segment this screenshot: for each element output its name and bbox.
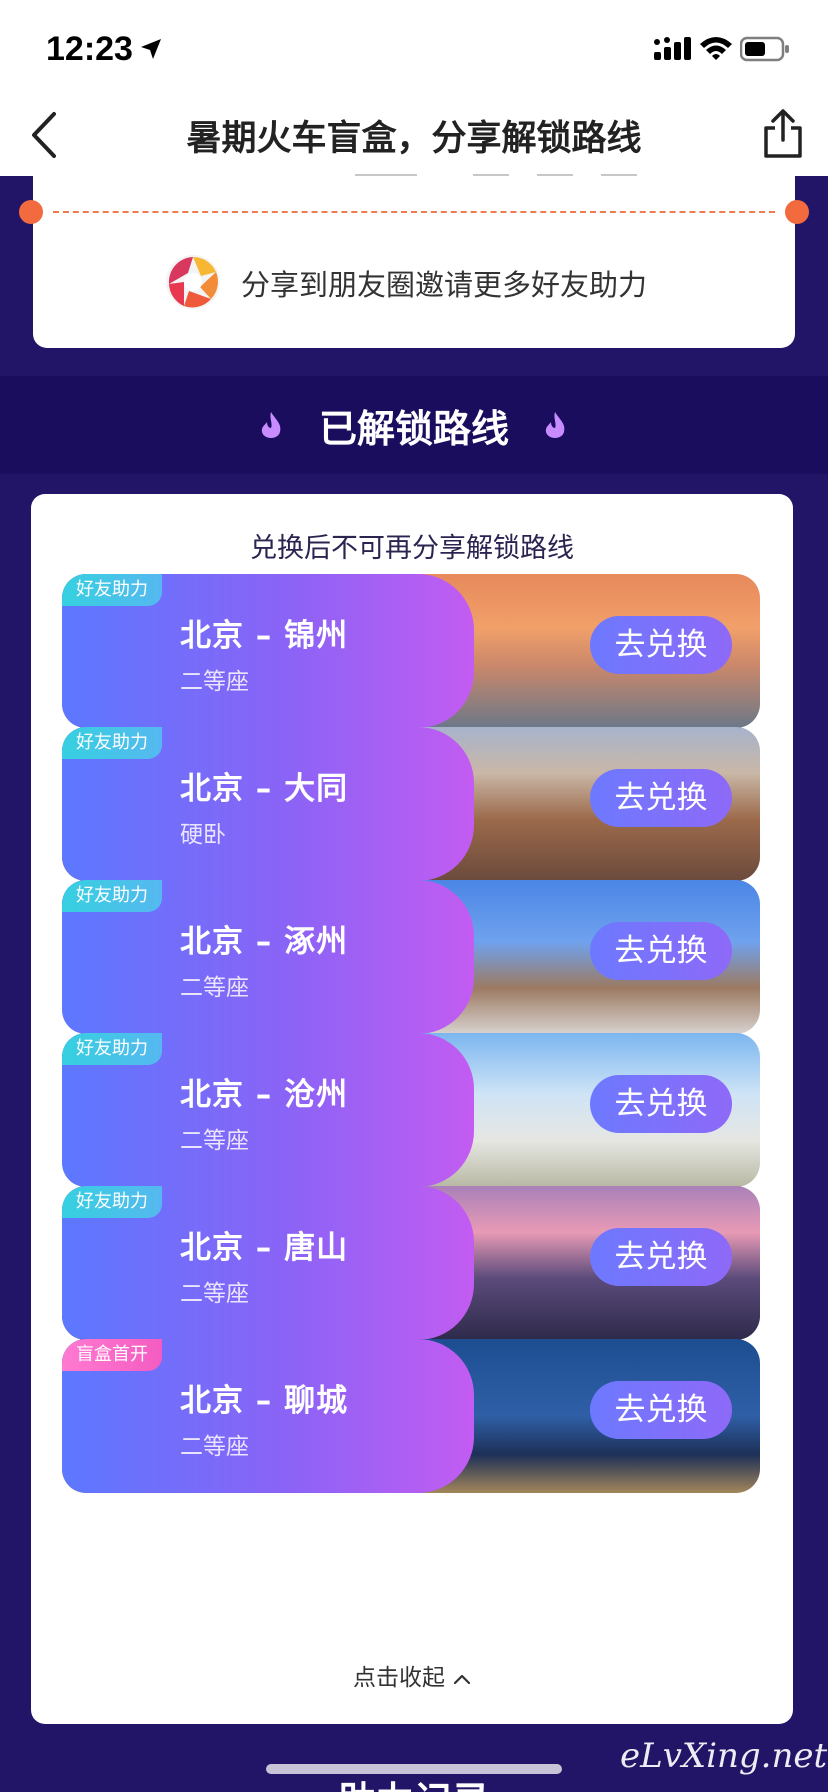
redeem-button[interactable]: 去兑换 [590, 1075, 732, 1133]
redeem-button[interactable]: 去兑换 [590, 1228, 732, 1286]
collapse-label: 点击收起 [353, 1665, 445, 1691]
share-icon[interactable] [760, 108, 806, 160]
dash-decoration [355, 166, 645, 178]
routes-note: 兑换后不可再分享解锁路线 [250, 533, 574, 564]
route-item[interactable]: 好友助力 北京 – 涿州二等座 去兑换 [62, 880, 760, 1034]
routes-card: 兑换后不可再分享解锁路线 好友助力 北京 – 锦州 二等座 去兑换 好友助力 北京 – 大… [31, 494, 793, 1724]
route-name: 北京 – 沧州 [180, 1077, 349, 1113]
route-item[interactable]: 好友助力 北京 – 大同硬卧 去兑换 [62, 727, 760, 881]
dashed-divider [53, 211, 775, 213]
route-seat-class: 二等座 [180, 975, 249, 1001]
route-name: 北京 – 聊城 [180, 1383, 349, 1419]
route-info-panel: 好友助力 北京 – 大同硬卧 [62, 727, 474, 881]
route-seat-class: 二等座 [180, 1434, 249, 1460]
share-card: 分享到朋友圈邀请更多好友助力 [19, 166, 809, 348]
route-seat-class: 二等座 [180, 1281, 249, 1307]
moments-aperture-icon[interactable] [165, 254, 221, 310]
route-tag-badge: 好友助力 [62, 727, 162, 759]
signal-icon [654, 37, 691, 60]
route-tag-badge: 好友助力 [62, 1186, 162, 1218]
watermark: eLvXing.net [620, 1736, 828, 1776]
nav-bar: 暑期火车盲盒，分享解锁路线 [0, 94, 828, 176]
page-title: 暑期火车盲盒，分享解锁路线 [186, 119, 642, 159]
unlocked-section-header: 已解锁路线 [0, 376, 828, 474]
status-time: 12:23 [46, 30, 133, 68]
collapse-button[interactable]: 点击收起 [31, 1658, 793, 1692]
divider-notch-right [785, 200, 809, 224]
wifi-icon [700, 37, 732, 60]
route-seat-class: 硬卧 [180, 822, 226, 848]
route-info-panel: 好友助力 北京 – 涿州二等座 [62, 880, 474, 1034]
route-info-panel: 好友助力 北京 – 沧州二等座 [62, 1033, 474, 1187]
chevron-up-icon [453, 1674, 471, 1684]
redeem-button[interactable]: 去兑换 [590, 922, 732, 980]
route-seat-class: 二等座 [180, 1128, 249, 1154]
route-name: 北京 – 锦州 [180, 618, 349, 654]
location-arrow-icon [141, 39, 161, 59]
route-item[interactable]: 好友助力 北京 – 唐山二等座 去兑换 [62, 1186, 760, 1340]
redeem-button[interactable]: 去兑换 [590, 769, 732, 827]
route-tag-badge: 好友助力 [62, 1033, 162, 1065]
route-tag-badge: 盲盒首开 [62, 1339, 162, 1371]
route-item[interactable]: 盲盒首开 北京 – 聊城二等座 去兑换 [62, 1339, 760, 1493]
battery-icon [740, 36, 789, 62]
route-info-panel: 好友助力 北京 – 锦州二等座 [62, 574, 474, 728]
route-name: 北京 – 大同 [180, 771, 349, 807]
flame-icon [545, 412, 565, 438]
route-seat-class: 二等座 [180, 669, 249, 695]
route-name: 北京 – 唐山 [180, 1230, 349, 1266]
route-info-panel: 盲盒首开 北京 – 聊城二等座 [62, 1339, 474, 1493]
route-tag-badge: 好友助力 [62, 880, 162, 912]
section-title: 已解锁路线 [318, 407, 509, 451]
route-name: 北京 – 涿州 [180, 924, 349, 960]
redeem-button[interactable]: 去兑换 [590, 1381, 732, 1439]
route-item[interactable]: 好友助力 北京 – 沧州二等座 去兑换 [62, 1033, 760, 1187]
redeem-button[interactable]: 去兑换 [590, 616, 732, 674]
share-moments-text[interactable]: 分享到朋友圈邀请更多好友助力 [241, 262, 647, 304]
route-tag-badge: 好友助力 [62, 574, 162, 606]
divider-notch-left [19, 200, 43, 224]
route-item[interactable]: 好友助力 北京 – 锦州二等座 去兑换 [62, 574, 760, 728]
route-info-panel: 好友助力 北京 – 唐山二等座 [62, 1186, 474, 1340]
status-bar: 12:23 [0, 0, 828, 94]
home-indicator [266, 1764, 562, 1774]
